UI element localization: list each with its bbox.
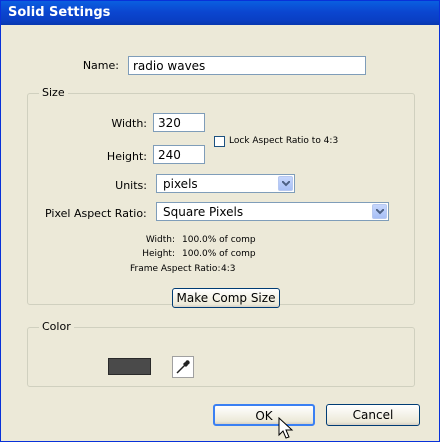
pixel-aspect-label: Pixel Aspect Ratio: <box>45 207 147 220</box>
cursor-arrow-icon <box>278 417 294 439</box>
color-group-label: Color <box>39 320 74 333</box>
name-label: Name: <box>82 59 119 72</box>
eyedropper-icon[interactable] <box>172 356 194 378</box>
chevron-down-icon[interactable] <box>278 176 293 191</box>
make-comp-size-button[interactable]: Make Comp Size <box>172 288 280 308</box>
frame-aspect-label: Frame Aspect Ratio: <box>130 264 221 274</box>
frame-aspect-value: 4:3 <box>221 264 236 274</box>
info-height-value: 100.0% of comp <box>182 249 256 259</box>
info-width-value: 100.0% of comp <box>182 235 256 245</box>
name-field[interactable]: radio waves <box>128 56 366 75</box>
info-width-label: Width: <box>145 235 175 245</box>
width-label: Width: <box>111 117 147 130</box>
info-height-label: Height: <box>142 249 175 259</box>
height-field[interactable]: 240 <box>153 145 205 164</box>
color-group <box>27 327 415 387</box>
pixel-aspect-select[interactable]: Square Pixels <box>156 202 389 221</box>
solid-settings-dialog: Solid Settings Name: radio waves Size Wi… <box>0 0 440 442</box>
lock-aspect-label: Lock Aspect Ratio to 4:3 <box>229 136 339 146</box>
cancel-button[interactable]: Cancel <box>326 404 420 426</box>
title-bar[interactable]: Solid Settings <box>1 1 439 25</box>
ok-button[interactable]: OK <box>213 404 315 426</box>
units-value: pixels <box>163 177 198 191</box>
units-label: Units: <box>115 179 147 192</box>
lock-aspect-checkbox[interactable] <box>214 136 225 147</box>
dialog-title: Solid Settings <box>8 5 111 20</box>
height-label: Height: <box>106 150 147 163</box>
width-field[interactable]: 320 <box>153 113 205 132</box>
pixel-aspect-value: Square Pixels <box>163 205 244 219</box>
chevron-down-icon[interactable] <box>372 204 387 219</box>
units-select[interactable]: pixels <box>156 174 295 193</box>
size-group-label: Size <box>39 86 68 99</box>
color-swatch[interactable] <box>108 358 151 375</box>
